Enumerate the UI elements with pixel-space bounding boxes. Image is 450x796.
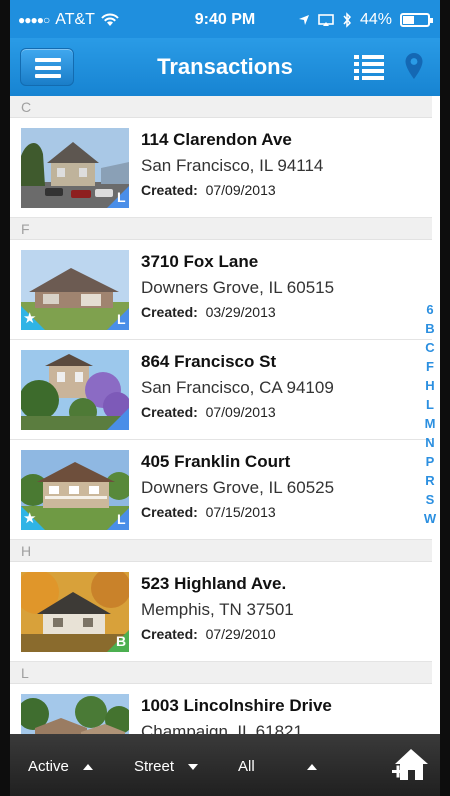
created-value: 07/29/2010 bbox=[205, 626, 276, 642]
property-street: 114 Clarendon Ave bbox=[141, 130, 292, 149]
index-letter[interactable]: N bbox=[425, 433, 434, 452]
sort-field-button[interactable]: Street bbox=[134, 758, 199, 775]
navigation-bar: Transactions bbox=[10, 38, 440, 96]
app-screen: ●●●●○ AT&T 9:40 PM 44% Transactions C L … bbox=[10, 0, 440, 796]
transaction-row[interactable]: 864 Francisco St San Francisco, CA 94109… bbox=[10, 340, 432, 440]
index-letter[interactable]: S bbox=[426, 490, 435, 509]
index-letter[interactable]: W bbox=[424, 509, 436, 528]
battery-icon bbox=[400, 13, 433, 27]
index-letter[interactable]: P bbox=[426, 452, 435, 471]
transaction-row[interactable]: L 114 Clarendon Ave San Francisco, IL 94… bbox=[10, 118, 432, 218]
status-bar: ●●●●○ AT&T 9:40 PM 44% bbox=[10, 0, 440, 38]
hamburger-menu-icon-bar bbox=[35, 74, 61, 78]
status-filter-label: Active bbox=[28, 758, 69, 775]
status-right-group: 44% bbox=[298, 11, 433, 29]
screen-mirror-icon bbox=[318, 13, 334, 26]
index-letter[interactable]: M bbox=[425, 414, 436, 433]
property-city: San Francisco, CA 94109 bbox=[141, 378, 334, 397]
listing-badge: L bbox=[117, 311, 126, 327]
buyer-badge: B bbox=[116, 633, 127, 649]
index-letter[interactable]: R bbox=[425, 471, 434, 490]
property-street: 3710 Fox Lane bbox=[141, 252, 259, 271]
chevron-down-icon bbox=[188, 763, 199, 770]
location-arrow-icon bbox=[298, 15, 309, 25]
created-label: Created: bbox=[141, 504, 198, 520]
sort-field-label: Street bbox=[134, 758, 175, 775]
chevron-up-icon bbox=[82, 763, 93, 770]
index-letter[interactable]: H bbox=[425, 376, 434, 395]
section-header-h: H bbox=[10, 540, 432, 562]
transaction-row[interactable]: B 523 Highland Ave. Memphis, TN 37501 Cr… bbox=[10, 562, 432, 662]
created-label: Created: bbox=[141, 404, 198, 420]
created-date: Created: 07/09/2013 bbox=[141, 182, 276, 198]
property-photo bbox=[21, 572, 129, 652]
property-city: San Francisco, IL 94114 bbox=[141, 156, 324, 175]
scope-filter-button[interactable]: All bbox=[238, 758, 317, 775]
star-icon: ★ bbox=[23, 310, 37, 327]
battery-percent: 44% bbox=[359, 11, 392, 28]
transaction-row[interactable]: ★ L 3710 Fox Lane Downers Grove, IL 6051… bbox=[10, 240, 432, 340]
created-date: Created: 07/15/2013 bbox=[141, 504, 276, 520]
created-date: Created: 07/09/2013 bbox=[141, 404, 276, 420]
created-value: 03/29/2013 bbox=[205, 304, 276, 320]
bottom-toolbar: Active Street All bbox=[10, 734, 440, 796]
map-pin-icon[interactable] bbox=[404, 52, 424, 80]
property-street: 864 Francisco St bbox=[141, 352, 277, 371]
chevron-up-icon bbox=[306, 763, 317, 770]
section-header-f: F bbox=[10, 218, 432, 240]
created-value: 07/09/2013 bbox=[205, 404, 276, 420]
transaction-list: C L 114 Clarendon Ave San Francisco, IL … bbox=[10, 96, 432, 784]
property-photo bbox=[21, 250, 129, 330]
section-header-c: C bbox=[10, 96, 432, 118]
page-title: Transactions bbox=[157, 54, 293, 79]
menu-button[interactable] bbox=[20, 48, 74, 86]
created-label: Created: bbox=[141, 626, 198, 642]
transaction-row[interactable]: ★ L 405 Franklin Court Downers Grove, IL… bbox=[10, 440, 432, 540]
listing-badge: L bbox=[117, 511, 126, 527]
property-street: 1003 Lincolnshire Drive bbox=[141, 696, 332, 715]
listing-badge: L bbox=[117, 189, 126, 205]
section-header-l: L bbox=[10, 662, 432, 684]
property-street: 405 Franklin Court bbox=[141, 452, 291, 471]
property-city: Downers Grove, IL 60525 bbox=[141, 478, 335, 497]
hamburger-menu-icon bbox=[35, 58, 61, 62]
created-value: 07/09/2013 bbox=[205, 182, 276, 198]
property-photo bbox=[21, 450, 129, 530]
scope-filter-label: All bbox=[238, 758, 255, 775]
created-date: Created: 07/29/2010 bbox=[141, 626, 276, 642]
home-add-icon[interactable] bbox=[392, 746, 430, 782]
created-label: Created: bbox=[141, 304, 198, 320]
property-city: Memphis, TN 37501 bbox=[141, 600, 294, 619]
created-value: 07/15/2013 bbox=[205, 504, 276, 520]
index-letter[interactable]: 6 bbox=[426, 300, 433, 319]
index-letter[interactable]: F bbox=[426, 357, 434, 376]
star-icon: ★ bbox=[23, 510, 37, 527]
hamburger-menu-icon-bar bbox=[35, 66, 61, 70]
alphabet-index[interactable]: 6 B C F H L M N P R S W bbox=[422, 300, 438, 528]
index-letter[interactable]: B bbox=[425, 319, 434, 338]
bluetooth-icon bbox=[343, 12, 351, 28]
created-label: Created: bbox=[141, 182, 198, 198]
created-date: Created: 03/29/2013 bbox=[141, 304, 276, 320]
index-letter[interactable]: L bbox=[426, 395, 434, 414]
property-city: Downers Grove, IL 60515 bbox=[141, 278, 335, 297]
list-view-icon[interactable] bbox=[354, 54, 384, 80]
property-photo bbox=[21, 350, 129, 430]
index-letter[interactable]: C bbox=[425, 338, 434, 357]
property-street: 523 Highland Ave. bbox=[141, 574, 287, 593]
status-filter-button[interactable]: Active bbox=[28, 758, 93, 775]
property-photo bbox=[21, 128, 129, 208]
